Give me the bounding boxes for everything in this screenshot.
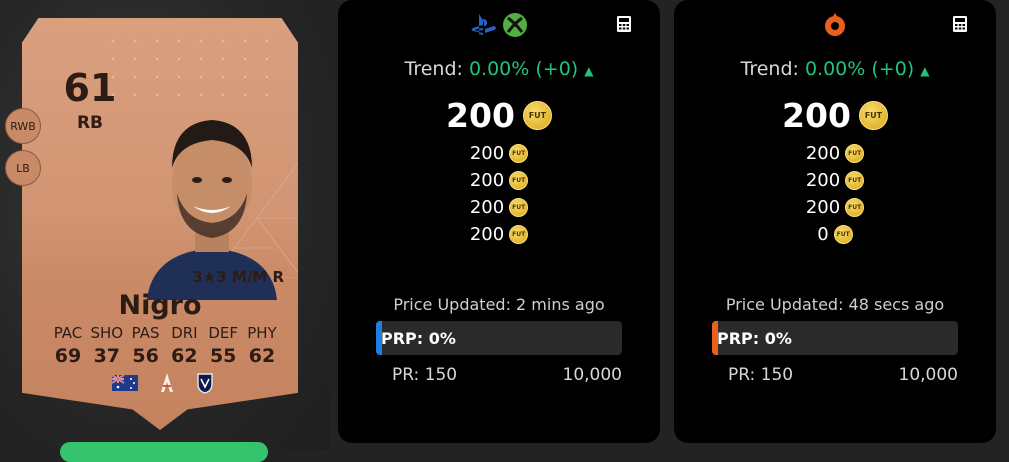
sub-price-list: 200 FUT 200 FUT 200 FUT 200 FUT	[338, 140, 660, 248]
trend-up-icon: ▲	[920, 64, 930, 78]
player-name: Nigro	[118, 290, 202, 321]
player-card[interactable]: 61 RB 3★3 M/M R Nigro PAC SHO PAS DRI DE…	[22, 18, 298, 430]
sub-price-value: 200	[469, 224, 505, 245]
trend-up-icon: ▲	[584, 64, 594, 78]
platform-icons	[674, 12, 996, 38]
sub-price-value: 0	[817, 224, 829, 245]
stat-label-sho: SHO	[90, 324, 124, 342]
console-price-panel: Trend: 0.00% (+0) ▲ 200 FUT 200 FUT 200 FU…	[338, 0, 660, 443]
calculator-icon[interactable]	[616, 15, 632, 33]
sub-price-row: 200 FUT	[338, 221, 660, 248]
stat-value-phy: 62	[248, 345, 276, 367]
club-crest-icon	[197, 373, 213, 394]
stat-label-dri: DRI	[171, 324, 198, 342]
stat-labels: PAC SHO PAS DRI DEF PHY	[50, 324, 280, 342]
price-range-row: PR: 150 10,000	[728, 365, 958, 385]
sub-price-row: 200 FUT	[674, 167, 996, 194]
sub-price-row: 200 FUT	[674, 140, 996, 167]
sub-price-row: 0 FUT	[674, 221, 996, 248]
coin-icon: FUT	[845, 144, 865, 163]
australia-flag-icon	[112, 375, 138, 391]
coin-icon: FUT	[509, 225, 529, 244]
stat-label-pac: PAC	[53, 324, 83, 342]
calculator-icon[interactable]	[952, 15, 968, 33]
sub-price-value: 200	[805, 170, 841, 191]
main-price: 200 FUT	[674, 96, 996, 135]
sub-price-value: 200	[469, 170, 505, 191]
alt-position-lb[interactable]: LB	[5, 150, 41, 186]
stat-value-sho: 37	[93, 345, 121, 367]
stat-value-pas: 56	[132, 345, 159, 367]
a-league-logo-icon	[161, 373, 173, 392]
coin-icon: FUT	[845, 198, 865, 217]
price-range-max: 10,000	[898, 365, 958, 385]
sub-price-row: 200 FUT	[338, 167, 660, 194]
origin-icon[interactable]	[822, 12, 848, 38]
prp-bar: PRP: 0%	[376, 321, 622, 355]
green-action-button[interactable]	[60, 442, 268, 462]
trend-line: Trend: 0.00% (+0) ▲	[674, 58, 996, 80]
card-badges	[112, 372, 214, 394]
coin-icon: FUT	[509, 144, 529, 163]
price-range-min: PR: 150	[392, 365, 458, 385]
coin-icon: FUT	[509, 171, 529, 190]
platform-icons	[338, 12, 660, 38]
stat-label-pas: PAS	[131, 324, 160, 342]
coin-icon: FUT	[833, 225, 853, 244]
trend-value: 0.00% (+0)	[804, 58, 915, 80]
price-updated-text: Price Updated: 48 secs ago	[725, 295, 945, 314]
main-price-value: 200	[782, 96, 851, 135]
coin-icon: FUT	[858, 101, 888, 130]
price-updated-text: Price Updated: 2 mins ago	[393, 295, 605, 314]
sub-price-list: 200 FUT 200 FUT 200 FUT 0 FUT	[674, 140, 996, 248]
sub-price-value: 200	[469, 197, 505, 218]
sub-price-value: 200	[805, 197, 841, 218]
sub-price-row: 200 FUT	[338, 194, 660, 221]
playstation-icon[interactable]	[470, 12, 498, 38]
trend-line: Trend: 0.00% (+0) ▲	[338, 58, 660, 80]
stat-value-def: 55	[209, 345, 237, 367]
xbox-icon[interactable]	[502, 12, 528, 38]
price-range-max: 10,000	[562, 365, 622, 385]
player-position: RB	[76, 113, 104, 133]
sub-price-row: 200 FUT	[674, 194, 996, 221]
alt-position-rwb[interactable]: RWB	[5, 108, 41, 144]
stat-label-phy: PHY	[247, 324, 277, 342]
coin-icon: FUT	[522, 101, 552, 130]
coin-icon: FUT	[845, 171, 865, 190]
price-range-min: PR: 150	[728, 365, 794, 385]
prp-bar: PRP: 0%	[712, 321, 958, 355]
prp-text: PRP: 0%	[381, 329, 456, 348]
stat-label-def: DEF	[208, 324, 239, 342]
trend-label: Trend:	[740, 58, 799, 80]
playstyle-info: 3★3 M/M R	[192, 268, 284, 286]
trend-value: 0.00% (+0)	[468, 58, 579, 80]
trend-label: Trend:	[404, 58, 463, 80]
sub-price-row: 200 FUT	[338, 140, 660, 167]
sub-price-value: 200	[805, 143, 841, 164]
main-price: 200 FUT	[338, 96, 660, 135]
stat-values: 69 37 56 62 55 62	[50, 345, 280, 367]
pc-price-panel: Trend: 0.00% (+0) ▲ 200 FUT 200 FUT 200 FU…	[674, 0, 996, 443]
coin-icon: FUT	[509, 198, 529, 217]
price-range-row: PR: 150 10,000	[392, 365, 622, 385]
stat-value-pac: 69	[54, 345, 82, 367]
player-rating: 61	[63, 66, 117, 110]
sub-price-value: 200	[469, 143, 505, 164]
main-price-value: 200	[446, 96, 515, 135]
prp-text: PRP: 0%	[717, 329, 792, 348]
stat-value-dri: 62	[171, 345, 198, 367]
